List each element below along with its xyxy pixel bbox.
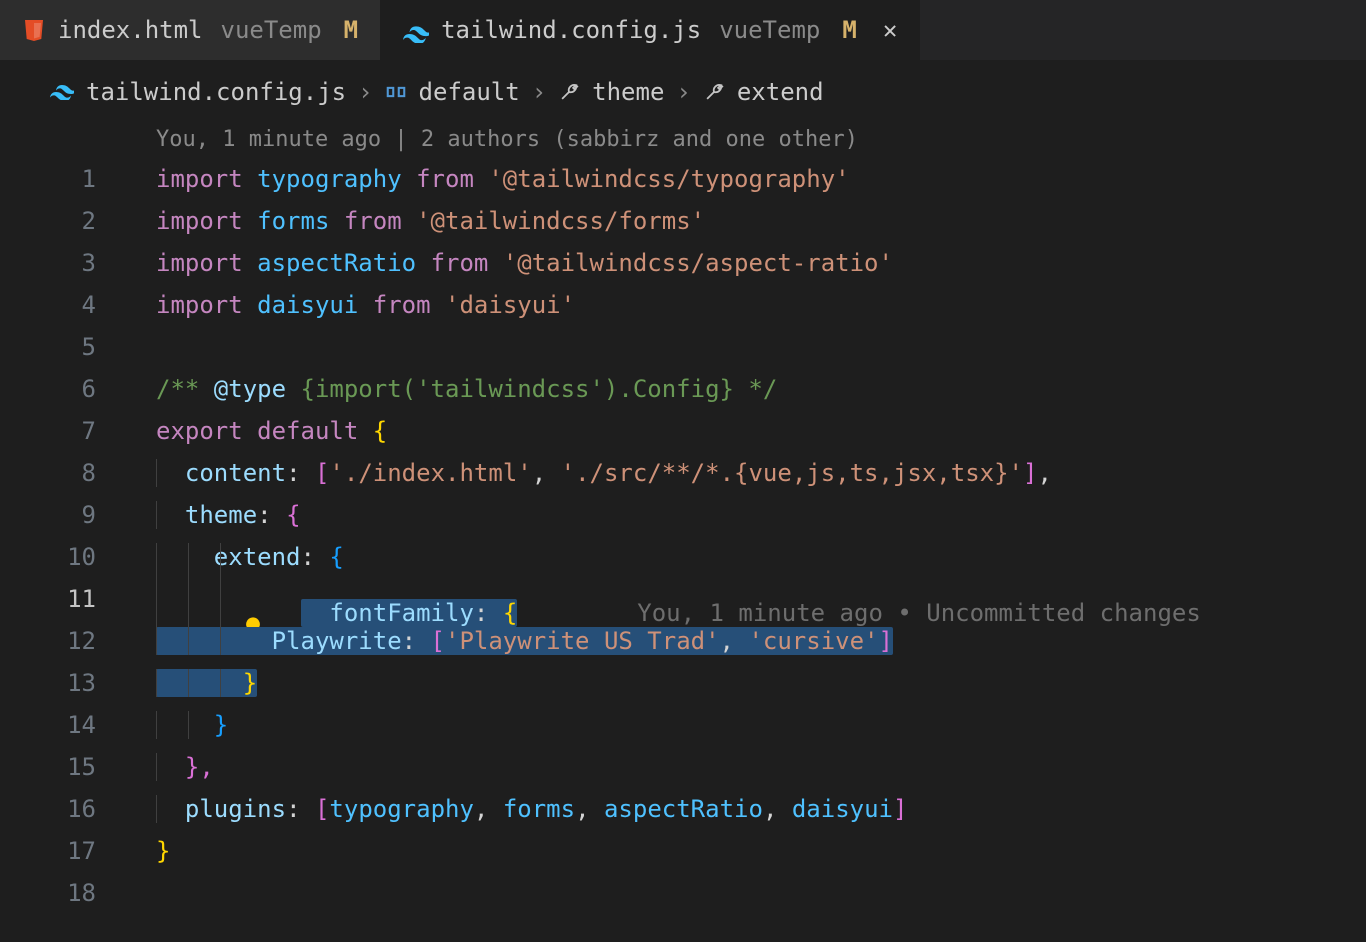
line-number: 5 bbox=[0, 333, 126, 361]
code-line: 13 } bbox=[0, 662, 1366, 704]
line-number: 13 bbox=[0, 669, 126, 697]
lightbulb-icon[interactable] bbox=[126, 588, 148, 610]
breadcrumb-default[interactable]: default bbox=[419, 78, 520, 106]
code-line: 12 Playwrite: ['Playwrite US Trad', 'cur… bbox=[0, 620, 1366, 662]
code-line: 2 import forms from '@tailwindcss/forms' bbox=[0, 200, 1366, 242]
line-number: 11 bbox=[0, 585, 126, 613]
code-line: 6 /** @type {import('tailwindcss').Confi… bbox=[0, 368, 1366, 410]
chevron-right-icon: › bbox=[358, 78, 372, 106]
line-number: 6 bbox=[0, 375, 126, 403]
line-number: 2 bbox=[0, 207, 126, 235]
code-line: 15 }, bbox=[0, 746, 1366, 788]
line-number: 4 bbox=[0, 291, 126, 319]
tab-label: tailwind.config.js bbox=[441, 16, 701, 44]
line-number: 15 bbox=[0, 753, 126, 781]
html5-icon bbox=[22, 18, 46, 42]
breadcrumb: tailwind.config.js › default › theme › e… bbox=[0, 60, 1366, 114]
tab-modified-badge: M bbox=[842, 16, 856, 44]
tab-modified-badge: M bbox=[344, 16, 358, 44]
wrench-icon bbox=[558, 81, 580, 103]
code-line: 17 } bbox=[0, 830, 1366, 872]
tab-dir: vueTemp bbox=[221, 16, 322, 44]
line-number: 8 bbox=[0, 459, 126, 487]
line-number: 16 bbox=[0, 795, 126, 823]
breadcrumb-theme[interactable]: theme bbox=[592, 78, 664, 106]
gitlens-header[interactable]: You, 1 minute ago | 2 authors (sabbirz a… bbox=[0, 120, 1366, 158]
line-number: 18 bbox=[0, 879, 126, 907]
module-icon bbox=[385, 81, 407, 103]
chevron-right-icon: › bbox=[532, 78, 546, 106]
code-editor[interactable]: You, 1 minute ago | 2 authors (sabbirz a… bbox=[0, 114, 1366, 914]
line-number: 3 bbox=[0, 249, 126, 277]
tab-index-html[interactable]: index.html vueTemp M bbox=[0, 0, 381, 60]
line-number: 10 bbox=[0, 543, 126, 571]
code-line: 4 import daisyui from 'daisyui' bbox=[0, 284, 1366, 326]
line-number: 14 bbox=[0, 711, 126, 739]
code-line: 7 export default { bbox=[0, 410, 1366, 452]
wrench-icon bbox=[703, 81, 725, 103]
chevron-right-icon: › bbox=[676, 78, 690, 106]
tailwind-icon bbox=[403, 21, 429, 39]
code-line: 5 bbox=[0, 326, 1366, 368]
code-line: 8 content: ['./index.html', './src/**/*.… bbox=[0, 452, 1366, 494]
code-line: 14 } bbox=[0, 704, 1366, 746]
close-icon[interactable]: ✕ bbox=[883, 16, 897, 44]
code-line: 11 fontFamily: {You, 1 minute ago • Unco… bbox=[0, 578, 1366, 620]
tailwind-icon bbox=[50, 84, 74, 100]
tab-dir: vueTemp bbox=[719, 16, 820, 44]
line-number: 9 bbox=[0, 501, 126, 529]
line-number: 17 bbox=[0, 837, 126, 865]
tab-bar: index.html vueTemp M tailwind.config.js … bbox=[0, 0, 1366, 60]
code-line: 1 import typography from '@tailwindcss/t… bbox=[0, 158, 1366, 200]
code-line: 3 import aspectRatio from '@tailwindcss/… bbox=[0, 242, 1366, 284]
breadcrumb-extend[interactable]: extend bbox=[737, 78, 824, 106]
line-number: 12 bbox=[0, 627, 126, 655]
code-line: 18 bbox=[0, 872, 1366, 914]
tab-tailwind-config[interactable]: tailwind.config.js vueTemp M ✕ bbox=[381, 0, 920, 60]
line-number: 1 bbox=[0, 165, 126, 193]
line-number: 7 bbox=[0, 417, 126, 445]
breadcrumb-file[interactable]: tailwind.config.js bbox=[86, 78, 346, 106]
tab-label: index.html bbox=[58, 16, 203, 44]
code-line: 16 plugins: [typography, forms, aspectRa… bbox=[0, 788, 1366, 830]
code-line: 9 theme: { bbox=[0, 494, 1366, 536]
